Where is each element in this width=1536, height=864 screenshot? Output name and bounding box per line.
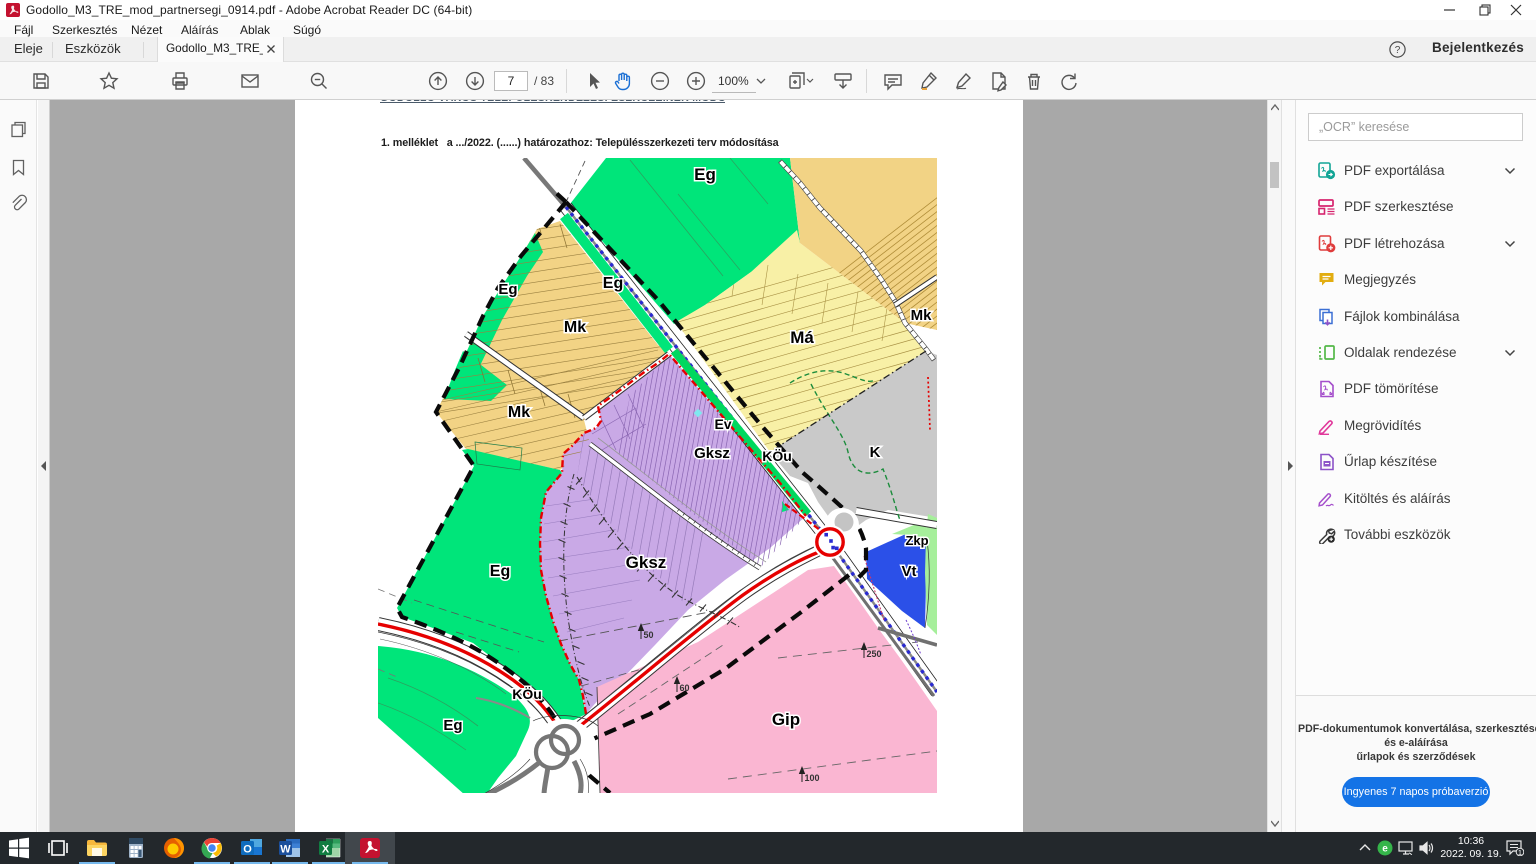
svg-text:Mk: Mk (564, 319, 586, 336)
svg-text:Eg: Eg (498, 281, 517, 298)
svg-text:1: 1 (1518, 848, 1522, 856)
svg-text:60: 60 (680, 683, 690, 693)
svg-text:Gksz: Gksz (694, 445, 730, 462)
svg-text:?: ? (1395, 45, 1401, 56)
svg-text:K: K (870, 444, 881, 461)
svg-text:Ev: Ev (714, 416, 731, 432)
svg-text:X: X (322, 844, 330, 856)
svg-text:KÖu: KÖu (512, 686, 542, 702)
svg-text:100: 100 (805, 773, 820, 783)
svg-text:50: 50 (644, 630, 654, 640)
svg-text:Gip: Gip (772, 710, 800, 729)
svg-text:Eg: Eg (490, 563, 510, 580)
svg-text:Gksz: Gksz (626, 553, 667, 572)
svg-text:W: W (280, 844, 291, 856)
svg-text:Eg: Eg (694, 165, 716, 184)
svg-text:Má: Má (790, 328, 814, 347)
svg-text:e: e (1382, 844, 1388, 855)
svg-text:O: O (243, 844, 252, 856)
svg-text:Zkp: Zkp (905, 533, 928, 548)
svg-text:250: 250 (867, 649, 882, 659)
svg-text:Eg: Eg (443, 717, 462, 734)
svg-text:Mk: Mk (508, 404, 530, 421)
svg-text:KÖu: KÖu (762, 448, 792, 464)
svg-text:Vt: Vt (902, 563, 917, 580)
svg-text:Eg: Eg (603, 275, 623, 292)
svg-text:Mk: Mk (911, 307, 932, 324)
